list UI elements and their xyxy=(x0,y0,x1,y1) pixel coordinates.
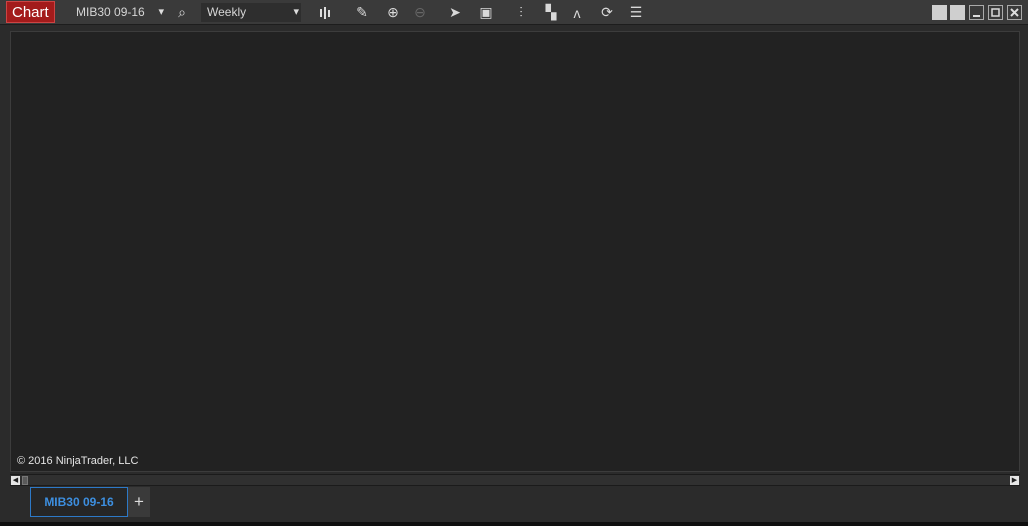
maximize-icon xyxy=(991,8,1000,17)
scroll-thumb[interactable] xyxy=(22,476,28,485)
tab-strip: MIB30 09-16 + xyxy=(10,487,1020,518)
close-button[interactable] xyxy=(1007,5,1022,20)
minimize-button[interactable] xyxy=(969,5,984,20)
minimize-icon xyxy=(973,15,980,17)
properties-icon[interactable]: ☰ xyxy=(627,3,645,22)
price-levels-icon[interactable]: ⫶ xyxy=(512,3,530,22)
title-bar: Chart MIB30 09-16 ▾ ⌕ Weekly ▾ ✎ ⊕ ⊖ ➤ ▣… xyxy=(0,0,1028,25)
chevron-down-icon: ▾ xyxy=(158,6,164,18)
window-bottom-edge xyxy=(0,522,1028,526)
interval-label: Weekly xyxy=(207,5,247,19)
scroll-left-button[interactable]: ◀ xyxy=(11,476,20,485)
bars-type-icon xyxy=(320,6,330,19)
indicator-icon[interactable]: ʌ xyxy=(568,3,586,22)
chart-panel[interactable]: © 2016 NinjaTrader, LLC xyxy=(10,31,1020,472)
maximize-button[interactable] xyxy=(988,5,1003,20)
instrument-label: MIB30 09-16 xyxy=(76,5,145,19)
scroll-right-button[interactable]: ▶ xyxy=(1010,476,1019,485)
pencil-icon[interactable]: ✎ xyxy=(353,3,371,22)
layout-button-1[interactable] xyxy=(932,5,947,20)
data-box-icon[interactable]: ▣ xyxy=(477,3,495,22)
tab-mib30[interactable]: MIB30 09-16 xyxy=(30,487,128,517)
pointer-icon[interactable]: ➤ xyxy=(446,3,464,22)
instrument-selector[interactable]: MIB30 09-16 ▾ xyxy=(70,3,166,22)
add-tab-button[interactable]: + xyxy=(128,487,150,517)
close-icon xyxy=(1010,8,1019,17)
refresh-icon[interactable]: ⟳ xyxy=(598,3,616,22)
horizontal-scrollbar[interactable]: ◀ ▶ xyxy=(10,474,1020,486)
bars-type-icon[interactable] xyxy=(316,3,334,22)
zoom-out-icon[interactable]: ⊖ xyxy=(411,3,429,22)
interval-selector[interactable]: Weekly ▾ xyxy=(201,3,301,22)
layout-button-2[interactable] xyxy=(950,5,965,20)
strategy-icon[interactable]: ▚ xyxy=(542,3,560,22)
chevron-down-icon: ▾ xyxy=(293,6,299,18)
zoom-in-icon[interactable]: ⊕ xyxy=(384,3,402,22)
window-title: Chart xyxy=(6,1,55,23)
copyright-text: © 2016 NinjaTrader, LLC xyxy=(17,455,139,467)
search-icon[interactable]: ⌕ xyxy=(173,3,191,22)
